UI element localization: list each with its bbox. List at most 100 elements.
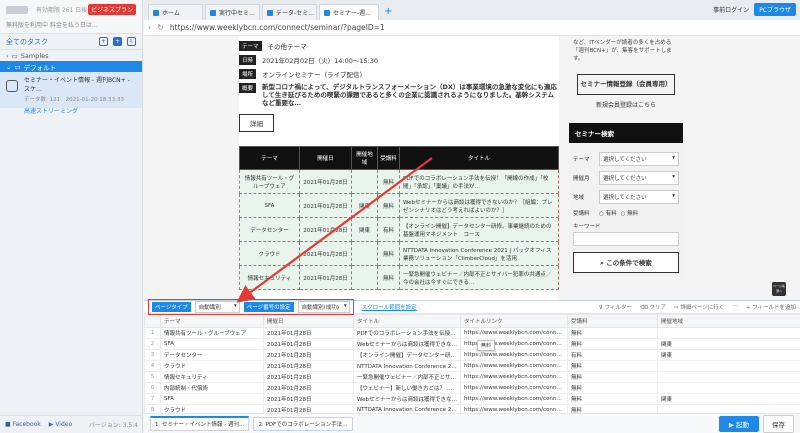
tree-item-default[interactable]: ⌄ ▭ デフォルト bbox=[0, 61, 142, 72]
seminar-row[interactable]: 情報共有ツール・グループウェア 2021年01月28日 無料 PDFでのコラボレーショ… bbox=[239, 169, 559, 194]
seminar-row[interactable]: クラウド 2021年01月28日 無料 NTTDATA Innovation Conf… bbox=[239, 241, 559, 266]
table-row[interactable]: 6 内部統制・代償術 2021年01月28日 【ウェビナー】新しい働き方とは？ ～ パ… bbox=[144, 382, 800, 394]
row-number[interactable]: 1 bbox=[144, 327, 161, 339]
video-link[interactable]: ▶ Video bbox=[49, 421, 72, 428]
new-folder-icon[interactable]: + bbox=[99, 37, 108, 46]
fee-free-radio[interactable]: ○ 無料 bbox=[621, 209, 639, 217]
table-row[interactable]: 7SFA2021年01月28日Webセミナーからは商談は獲得できないのか？…ht… bbox=[144, 393, 800, 405]
table-cell[interactable]: 2021年01月28日 bbox=[263, 360, 354, 372]
table-row[interactable]: 2SFA2021年01月28日Webセミナーからは商談は獲得できないのか？…ht… bbox=[144, 338, 800, 350]
table-cell[interactable]: https://www.weeklybcn.com/connect/semin… bbox=[460, 349, 568, 361]
table-cell[interactable]: 2021年01月28日 bbox=[263, 393, 354, 405]
save-button[interactable]: 保存 bbox=[763, 414, 794, 433]
table-cell[interactable]: Webセミナーからは商談は獲得できないのか？… bbox=[353, 393, 461, 405]
page-number-select[interactable]: 自動識別(成功) bbox=[297, 301, 350, 313]
pre-login-button[interactable]: 事前ログイン bbox=[713, 5, 749, 14]
table-row[interactable]: 3 データセンター 2021年01月28日 【オンライン開催】データセンター研修。… h… bbox=[144, 349, 800, 361]
table-cell[interactable]: 有料 bbox=[567, 349, 658, 361]
seminar-cell[interactable]: Webセミナーからは商談は獲得できないのか？［組編：プレゼンシナリオはどう考えれ… bbox=[399, 193, 559, 218]
task-tab-2[interactable]: 2. PDFでのコラボレーション手法… bbox=[253, 416, 353, 431]
table-cell[interactable]: 関東 bbox=[657, 349, 800, 361]
new-task-icon[interactable]: + bbox=[113, 37, 122, 46]
seminar-cell[interactable]: PDFでのコラボレーション手法を伝授！「開線の作成」「校閲」「承認」「稟議」の手… bbox=[399, 169, 559, 194]
table-cell[interactable]: https://www.weeklybcn.com/connect/semin… bbox=[460, 327, 568, 339]
table-cell[interactable]: 情報共有ツール・グループウェア bbox=[160, 327, 264, 339]
table-cell[interactable]: 内部統制・代償術 bbox=[160, 382, 264, 394]
table-cell[interactable]: 関東 bbox=[657, 393, 800, 405]
table-cell[interactable]: https://www.weeklybcn.com/connect/semin… bbox=[460, 382, 568, 394]
table-cell[interactable]: 無料 bbox=[567, 327, 658, 339]
refresh-icon[interactable]: ↻ bbox=[157, 23, 164, 32]
column-header[interactable]: 開催日 bbox=[263, 314, 354, 328]
keyword-input[interactable] bbox=[573, 232, 679, 246]
table-cell[interactable]: 無料 bbox=[567, 338, 658, 350]
tab-home[interactable]: ホーム bbox=[148, 4, 203, 20]
back-to-top-button[interactable]: ページ先頭へ bbox=[772, 282, 786, 296]
table-cell[interactable]: NTTDATA Innovation Conference 2021 | パ… bbox=[353, 360, 461, 372]
column-header[interactable]: 開催地域 bbox=[657, 314, 800, 328]
seminar-cell[interactable]: 一緊急開催ウェビナー／内部不正とサイバー犯罪の共通点／今の会社は今すぐにできる… bbox=[399, 265, 559, 290]
table-cell[interactable]: PDFでのコラボレーション手法を伝授！「開… bbox=[353, 327, 461, 339]
table-cell[interactable]: 無料 bbox=[567, 360, 658, 372]
facebook-link[interactable]: ■ Facebook bbox=[5, 421, 41, 428]
region-select[interactable]: 選択してください bbox=[599, 190, 679, 204]
table-cell[interactable]: 関東 bbox=[657, 338, 800, 350]
table-cell[interactable]: データセンター bbox=[160, 349, 264, 361]
goto-detail-button[interactable]: ⇨ 詳細ページに行く bbox=[674, 303, 724, 311]
row-number[interactable]: 6 bbox=[144, 382, 161, 394]
table-cell[interactable]: 情報セキュリティ bbox=[160, 371, 264, 383]
seminar-row[interactable]: 情報セキュリティ 2021年01月28日 無料 一緊急開催ウェビナー／内部不正とサイバ… bbox=[239, 265, 559, 290]
column-header[interactable]: テーマ bbox=[160, 314, 264, 328]
detail-button[interactable]: 詳細 bbox=[239, 114, 274, 132]
table-row[interactable]: 1 情報共有ツール・グループウェア 2021年01月28日 PDFでのコラボレーション… bbox=[144, 327, 800, 339]
task-tab-1[interactable]: 1. セミナー・イベント情報 - 週刊… bbox=[150, 416, 250, 431]
scroll-range-link[interactable]: スクロール範囲を設定 bbox=[362, 303, 417, 311]
seminar-cell[interactable]: 【オンライン開催】データセンター研修。事業継続のための基盤運用マネジメント コー… bbox=[399, 217, 559, 242]
table-cell[interactable]: 2021年01月28日 bbox=[263, 338, 354, 350]
table-cell[interactable]: SFA bbox=[160, 338, 264, 350]
more-icon[interactable]: ⋯ bbox=[732, 303, 738, 311]
tab-seminar[interactable]: セミナー-週… bbox=[319, 4, 379, 20]
pc-browser-button[interactable]: PCブラウザ bbox=[754, 3, 796, 16]
table-cell[interactable]: https://www.weeklybcn.com/connect/semin… bbox=[460, 360, 568, 372]
table-cell[interactable] bbox=[657, 360, 800, 372]
month-select[interactable]: 選択してください bbox=[599, 171, 679, 185]
table-cell[interactable]: 2021年01月28日 bbox=[263, 371, 354, 383]
table-cell[interactable]: https://www.weeklybcn.com/connect/semin… bbox=[460, 393, 568, 405]
theme-select[interactable]: 選択してください bbox=[599, 152, 679, 166]
column-header[interactable]: 受講料 bbox=[567, 314, 658, 328]
add-field-button[interactable]: + フィールドを追加 bbox=[746, 303, 796, 311]
column-header[interactable]: タイトルリンク bbox=[460, 314, 568, 328]
table-cell[interactable] bbox=[657, 382, 800, 394]
row-number[interactable]: 4 bbox=[144, 360, 161, 372]
table-cell[interactable]: SFA bbox=[160, 393, 264, 405]
seminar-row[interactable]: データセンター 2021年01月28日 関東 有料 【オンライン開催】データセンター研修… bbox=[239, 217, 559, 242]
import-icon[interactable]: ⇩ bbox=[127, 37, 136, 46]
tab-data[interactable]: データ-セミ… bbox=[262, 4, 317, 20]
table-cell[interactable]: 無料 bbox=[567, 393, 658, 405]
row-number[interactable]: 5 bbox=[144, 371, 161, 383]
filter-button[interactable]: ⊽ フィルター bbox=[599, 303, 632, 311]
task-item[interactable]: セミナー・イベント情報 - 週刊BCN+ - スケ… データ数: 121 202… bbox=[0, 72, 142, 115]
table-cell[interactable]: 一緊急開催ウェビナー／内部不正とサイバー… bbox=[353, 371, 461, 383]
table-cell[interactable]: 無料 bbox=[567, 382, 658, 394]
seminar-row[interactable]: SFA 2021年01月28日 関東 無料 Webセミナーからは商談は獲得できないのか？… bbox=[239, 193, 559, 218]
column-header[interactable] bbox=[144, 314, 161, 328]
task-status[interactable]: 高速ストリーミング bbox=[6, 106, 136, 115]
new-member-link[interactable]: 新規会員登録はこちら bbox=[569, 100, 683, 109]
clear-button[interactable]: ⌫ クリア bbox=[640, 303, 666, 311]
plan-badge[interactable]: ビジネスプラン bbox=[88, 4, 137, 15]
start-button[interactable]: ▶ 起動 bbox=[718, 415, 759, 432]
row-number[interactable]: 3 bbox=[144, 349, 161, 361]
seminar-register-button[interactable]: セミナー情報登録（会員専用） bbox=[577, 74, 675, 95]
table-cell[interactable] bbox=[657, 371, 800, 383]
avatar[interactable] bbox=[6, 6, 28, 14]
new-tab-button[interactable]: + bbox=[381, 4, 395, 20]
table-cell[interactable]: クラウド bbox=[160, 360, 264, 372]
table-row[interactable]: 5情報セキュリティ2021年01月28日一緊急開催ウェビナー／内部不正とサイバー… bbox=[144, 371, 800, 383]
table-cell[interactable]: 2021年01月28日 bbox=[263, 382, 354, 394]
back-icon[interactable]: ‹ bbox=[148, 23, 151, 32]
table-cell[interactable]: 【オンライン開催】データセンター研修。… bbox=[353, 349, 461, 361]
url-field[interactable]: https://www.weeklybcn.com/connect/semina… bbox=[170, 23, 796, 32]
table-cell[interactable]: https://www.weeklybcn.com/connect/semin… bbox=[460, 371, 568, 383]
